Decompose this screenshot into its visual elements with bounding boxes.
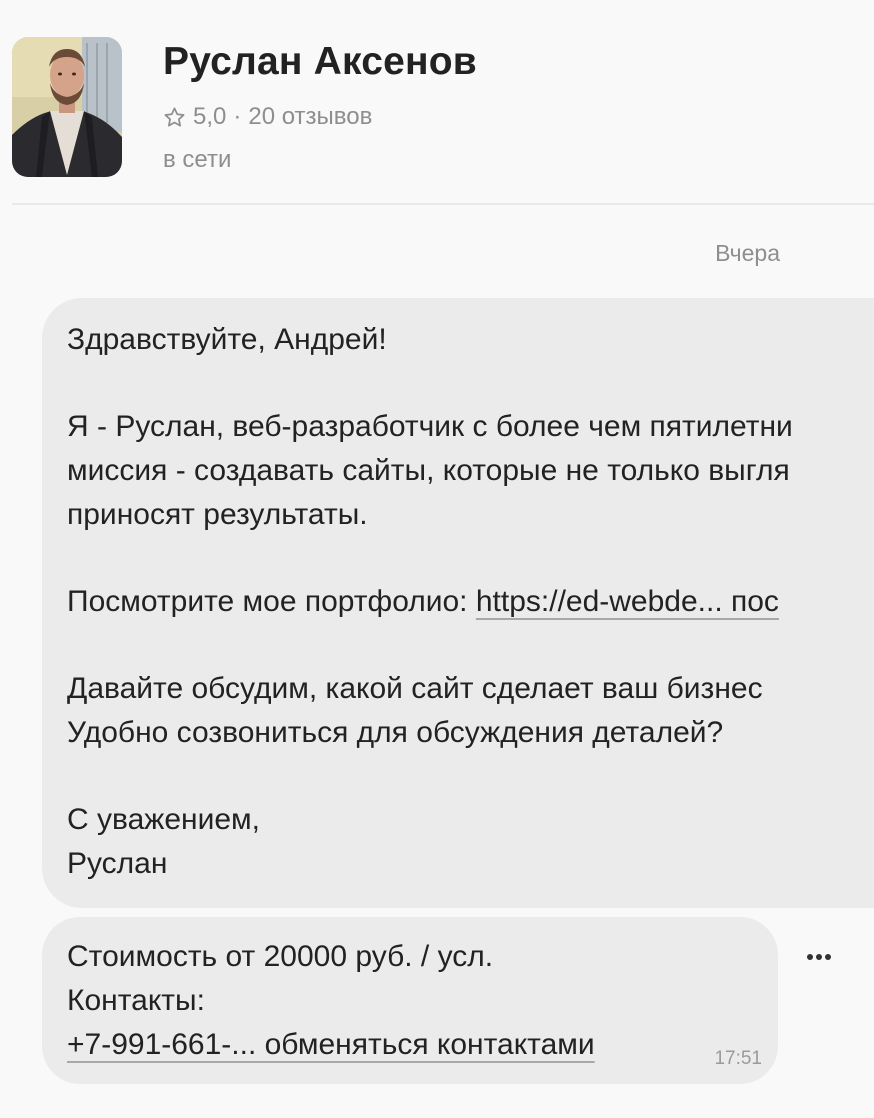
message-line: приносят результаты. [67,498,368,531]
message-bubble: Здравствуйте, Андрей! Я - Руслан, веб-ра… [42,298,874,908]
message-line: С уважением, [67,803,261,836]
rating-separator: · [233,103,242,130]
rating-value: 5,0 [193,103,227,130]
price-line: Стоимость от 20000 руб. / усл. [67,940,494,973]
message-time: 17:51 [714,1048,762,1069]
star-outline-icon [163,106,186,129]
more-horizontal-icon[interactable] [799,942,839,972]
rating-row: 5,0 · 20 отзывов [163,103,372,131]
online-status: в сети [163,146,232,173]
message-text: Здравствуйте, Андрей! Я - Руслан, веб-ра… [67,318,793,886]
chat-header: Руслан Аксенов 5,0 · 20 отзывов в сети [0,0,874,204]
portfolio-line: Посмотрите мое портфолио: https://ed-web… [67,580,793,624]
date-separator: Вчера [715,240,780,266]
header-divider [12,203,874,205]
contacts-link[interactable]: +7-991-661-... обменяться контактами [67,1028,595,1061]
price-text: Стоимость от 20000 руб. / усл. Контакты:… [67,935,595,1067]
message-line: Здравствуйте, Андрей! [67,323,387,356]
message-line: Давайте обсудим, какой сайт сделает ваш … [67,672,763,705]
message-line: Удобно созвониться для обсуждения детале… [67,716,724,749]
price-bubble: Стоимость от 20000 руб. / усл. Контакты:… [42,917,778,1084]
contacts-label: Контакты: [67,984,205,1017]
reviews-count[interactable]: 20 отзывов [248,103,372,131]
avatar[interactable] [12,37,122,177]
profile-name[interactable]: Руслан Аксенов [163,40,477,84]
portfolio-link[interactable]: https://ed-webde... пос [476,585,779,618]
portfolio-prefix: Посмотрите мое портфолио: [67,585,476,618]
message-line: Руслан [67,847,168,880]
message-line: Я - Руслан, веб-разработчик с более чем … [67,410,793,443]
message-line: миссия - создавать сайты, которые не тол… [67,454,790,487]
